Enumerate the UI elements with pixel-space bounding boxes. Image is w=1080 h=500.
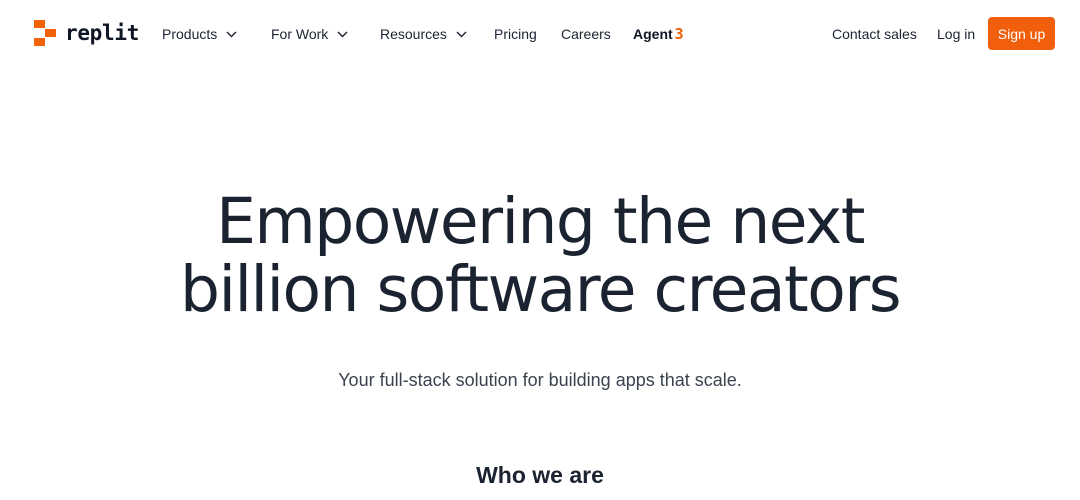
agent-version-badge: 3 — [674, 25, 684, 43]
nav-pricing[interactable]: Pricing — [494, 24, 537, 44]
hero-title-line-2: billion software creators — [179, 253, 902, 326]
replit-logo-icon — [34, 20, 56, 46]
chevron-down-icon — [226, 31, 237, 37]
top-navigation-bar: replit Products For Work Resources Prici… — [0, 0, 1080, 66]
nav-agent[interactable]: Agent 3 — [633, 24, 684, 44]
brand-name: replit — [65, 21, 140, 45]
nav-resources-label: Resources — [380, 26, 447, 42]
nav-careers[interactable]: Careers — [561, 24, 611, 44]
nav-agent-label: Agent — [633, 26, 673, 42]
chevron-down-icon — [337, 31, 348, 37]
nav-for-work[interactable]: For Work — [271, 24, 348, 44]
nav-for-work-label: For Work — [271, 26, 329, 42]
login-link[interactable]: Log in — [937, 24, 975, 44]
hero-title-line-1: Empowering the next — [216, 185, 865, 258]
nav-pricing-label: Pricing — [494, 26, 537, 42]
nav-products-label: Products — [162, 26, 218, 42]
nav-products[interactable]: Products — [162, 24, 237, 44]
chevron-down-icon — [456, 31, 467, 37]
who-we-are-heading: Who we are — [476, 462, 604, 488]
nav-resources[interactable]: Resources — [380, 24, 467, 44]
hero-title: Empowering the next billion software cre… — [0, 188, 1080, 324]
nav-careers-label: Careers — [561, 26, 611, 42]
signup-button[interactable]: Sign up — [988, 17, 1055, 50]
hero-subtitle: Your full-stack solution for building ap… — [338, 370, 742, 390]
replit-logo-link[interactable]: replit — [34, 20, 139, 46]
contact-sales-link[interactable]: Contact sales — [832, 24, 917, 44]
